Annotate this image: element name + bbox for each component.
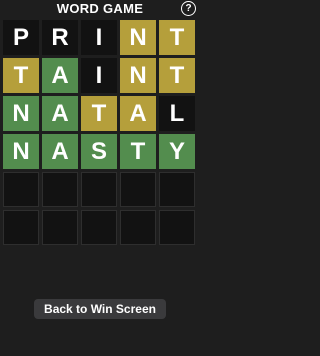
letter-tile: T xyxy=(120,134,156,169)
empty-tile xyxy=(3,210,39,245)
letter-tile: I xyxy=(81,58,117,93)
letter-tile: N xyxy=(3,96,39,131)
letter-tile: P xyxy=(3,20,39,55)
board-row xyxy=(3,210,197,245)
empty-tile xyxy=(159,210,195,245)
board-row xyxy=(3,172,197,207)
letter-tile: T xyxy=(159,58,195,93)
empty-tile xyxy=(42,172,78,207)
letter-tile: A xyxy=(42,58,78,93)
empty-tile xyxy=(3,172,39,207)
back-to-win-screen-button[interactable]: Back to Win Screen xyxy=(34,299,166,319)
empty-tile xyxy=(81,210,117,245)
board-row: T A I N T xyxy=(3,58,197,93)
game-board: P R I N T T A I N T N A T A L N A S T Y xyxy=(3,20,197,248)
help-icon[interactable]: ? xyxy=(181,1,196,16)
letter-tile: A xyxy=(42,134,78,169)
letter-tile: N xyxy=(120,20,156,55)
letter-tile: T xyxy=(81,96,117,131)
board-row: N A S T Y xyxy=(3,134,197,169)
letter-tile: L xyxy=(159,96,195,131)
empty-tile xyxy=(120,172,156,207)
letter-tile: N xyxy=(3,134,39,169)
empty-tile xyxy=(42,210,78,245)
board-row: N A T A L xyxy=(3,96,197,131)
letter-tile: I xyxy=(81,20,117,55)
letter-tile: T xyxy=(159,20,195,55)
board-row: P R I N T xyxy=(3,20,197,55)
letter-tile: A xyxy=(120,96,156,131)
letter-tile: Y xyxy=(159,134,195,169)
letter-tile: S xyxy=(81,134,117,169)
empty-tile xyxy=(81,172,117,207)
letter-tile: T xyxy=(3,58,39,93)
game-title: WORD GAME xyxy=(56,1,144,16)
word-game-screen: WORD GAME ? P R I N T T A I N T N A T A … xyxy=(0,0,200,356)
letter-tile: R xyxy=(42,20,78,55)
letter-tile: A xyxy=(42,96,78,131)
letter-tile: N xyxy=(120,58,156,93)
empty-tile xyxy=(120,210,156,245)
empty-tile xyxy=(159,172,195,207)
header: WORD GAME ? xyxy=(0,0,200,18)
